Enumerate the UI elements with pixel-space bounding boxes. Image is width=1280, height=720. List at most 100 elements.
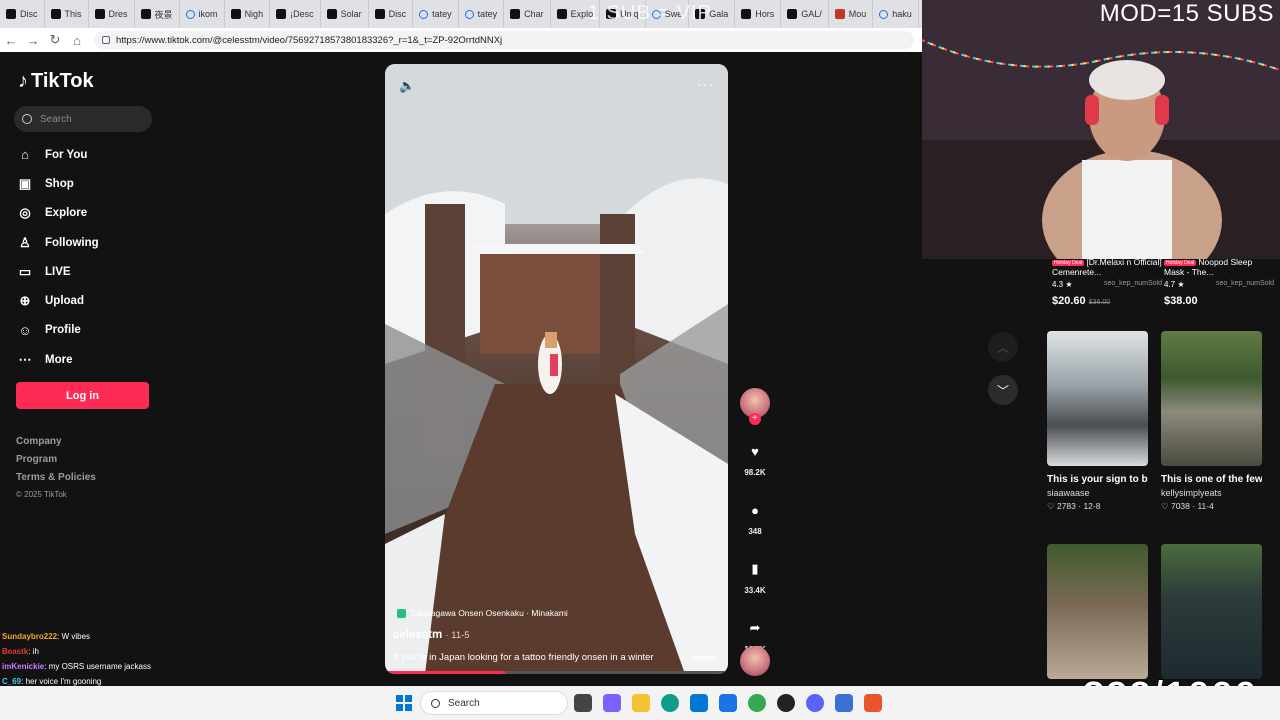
notepad-icon[interactable]	[835, 694, 853, 712]
sidebar-item-upload[interactable]: ⊕ Upload	[16, 286, 99, 315]
chrome-icon[interactable]	[748, 694, 766, 712]
deal-badge: Holiday Deal	[1164, 259, 1197, 266]
sidebar-item-label: Upload	[45, 295, 84, 308]
discord-icon[interactable]	[806, 694, 824, 712]
browser-tab-label: 夜景	[154, 9, 173, 20]
browser-tab[interactable]: ¡Desc	[270, 0, 321, 28]
sidebar-item-following[interactable]: ♙ Following	[16, 228, 98, 257]
url-bar[interactable]: https://www.tiktok.com/@celesstm/video/7…	[94, 31, 914, 49]
more-options-icon[interactable]: ···	[697, 76, 714, 92]
creator-avatar[interactable]: +	[740, 388, 770, 425]
deal-badge: Holiday Deal	[1052, 259, 1085, 266]
taskbar-search[interactable]: Search	[420, 691, 568, 715]
sidebar-item-shop[interactable]: ▣ Shop	[16, 169, 99, 198]
video-player[interactable]: 🔈 ··· Takaragawa Onsen Osenkaku · Minaka…	[385, 64, 728, 674]
outlook-icon[interactable]	[719, 694, 737, 712]
bookmark-icon[interactable]: ▮	[742, 556, 768, 582]
url-text: https://www.tiktok.com/@celesstm/video/7…	[116, 34, 503, 46]
windows-start-icon[interactable]	[396, 695, 412, 711]
browser-tab[interactable]: Mou	[829, 0, 874, 28]
footer-link-program[interactable]: Program	[16, 454, 96, 472]
product-title: Holiday Deal [Dr.Melaxi n Official] Cemen…	[1052, 257, 1162, 277]
video-caption: If you're in Japan looking for a tattoo …	[393, 652, 654, 663]
sidebar-item-explore[interactable]: ◎ Explore	[16, 199, 99, 228]
related-video-card[interactable]: This is your sign to book your japan... …	[1047, 331, 1148, 512]
browser-tab[interactable]: This	[45, 0, 89, 28]
taskbar-apps	[574, 694, 882, 712]
browser-tab[interactable]: Nigh	[225, 0, 271, 28]
browser-tab[interactable]: tatey	[459, 0, 505, 28]
video-thumbnail[interactable]	[1161, 331, 1262, 466]
browser-tab[interactable]: GAL/	[781, 0, 829, 28]
sidebar-item-profile[interactable]: ☺ Profile	[16, 316, 99, 345]
browser-tab[interactable]: haku	[873, 0, 919, 28]
previous-video-button[interactable]: ︿	[988, 332, 1018, 362]
video-thumbnail[interactable]	[1161, 544, 1262, 679]
save-action[interactable]: ▮ 33.4K	[738, 556, 772, 595]
video-thumbnail[interactable]	[1047, 544, 1148, 679]
music-disc-avatar[interactable]	[740, 646, 770, 676]
video-title: This is one of the few tattoo friend...	[1161, 474, 1262, 485]
video-thumbnail[interactable]	[1047, 331, 1148, 466]
widgets-icon[interactable]	[603, 694, 621, 712]
browser-tab[interactable]: Disc	[369, 0, 414, 28]
forward-icon[interactable]: →	[22, 28, 44, 52]
more-icon: ⋯	[18, 351, 32, 367]
chat-username: imKenickie	[2, 662, 45, 671]
product-title: Holiday Deal Noopod Sleep Mask - The...	[1164, 257, 1253, 277]
related-video-card[interactable]: This is one of the few tattoo friend... …	[1161, 331, 1262, 512]
like-action[interactable]: ♥ 98.2K	[738, 438, 772, 478]
browser-tab[interactable]: Char	[504, 0, 551, 28]
back-icon[interactable]: ←	[0, 28, 22, 52]
footer-link-company[interactable]: Company	[16, 436, 96, 454]
home-icon: ⌂	[21, 147, 29, 163]
tiktok-icon	[6, 9, 16, 19]
browser-tab[interactable]: Dres	[89, 0, 135, 28]
video-author[interactable]: celesstm · 11-5	[393, 629, 470, 641]
reload-icon[interactable]: ↻	[44, 28, 66, 52]
browser-tab[interactable]: 夜景	[135, 0, 180, 28]
browser-tab-label: tatey	[432, 9, 452, 19]
sidebar-item-label: Explore	[45, 207, 88, 220]
app-icon[interactable]	[864, 694, 882, 712]
search-icon	[879, 9, 889, 19]
browser-tab[interactable]: ikom	[180, 0, 225, 28]
tiktok-logo[interactable]: ♪ TikTok	[18, 70, 94, 93]
lock-icon	[102, 36, 110, 44]
product-card[interactable]: Holiday Deal Noopod Sleep Mask - The... 4…	[1164, 257, 1274, 307]
heart-icon[interactable]: ♥	[742, 438, 768, 464]
tiktok-note-icon: ♪	[18, 70, 28, 92]
obs-icon[interactable]	[777, 694, 795, 712]
video-user: kellysimplyeats	[1161, 488, 1222, 498]
comment-icon[interactable]: ●	[742, 497, 768, 523]
sidebar-item-live[interactable]: ▭ LIVE	[16, 257, 99, 286]
next-video-button[interactable]: ﹀	[988, 375, 1018, 405]
home-button-icon[interactable]: ⌂	[66, 28, 88, 52]
task-view-icon[interactable]	[574, 694, 592, 712]
follow-plus-icon[interactable]: +	[749, 413, 761, 425]
caption-more-button[interactable]: more	[693, 653, 716, 664]
share-arrow-icon[interactable]: ➦	[742, 615, 768, 641]
product-rating-row: 4.3 ★ seo_kep_numSold	[1052, 280, 1162, 289]
product-card[interactable]: Holiday Deal [Dr.Melaxi n Official] Cemen…	[1052, 257, 1162, 307]
browser-tab[interactable]: Solar	[321, 0, 369, 28]
browser-tab[interactable]: Disc	[0, 0, 45, 28]
location-tag[interactable]: Takaragawa Onsen Osenkaku · Minakami	[397, 606, 568, 620]
footer-link-terms[interactable]: Terms & Policies	[16, 472, 96, 490]
file-explorer-icon[interactable]	[632, 694, 650, 712]
video-progress-bar[interactable]	[385, 671, 728, 674]
search-input[interactable]: Search	[14, 106, 152, 132]
related-video-card[interactable]	[1161, 544, 1262, 679]
browser-tab-label: Solar	[340, 9, 362, 19]
browser-tab[interactable]: Hors	[735, 0, 782, 28]
sidebar-item-for-you[interactable]: ⌂ For You	[16, 140, 99, 169]
sidebar-item-more[interactable]: ⋯ More	[16, 345, 99, 374]
related-video-card[interactable]	[1047, 544, 1148, 679]
edge-icon[interactable]	[661, 694, 679, 712]
store-icon[interactable]	[690, 694, 708, 712]
comment-action[interactable]: ● 348	[738, 497, 772, 537]
volume-icon[interactable]: 🔈	[399, 78, 415, 94]
login-button[interactable]: Log in	[16, 382, 149, 409]
browser-tab[interactable]: tatey	[413, 0, 459, 28]
browser-tab-label: tatey	[477, 9, 498, 19]
